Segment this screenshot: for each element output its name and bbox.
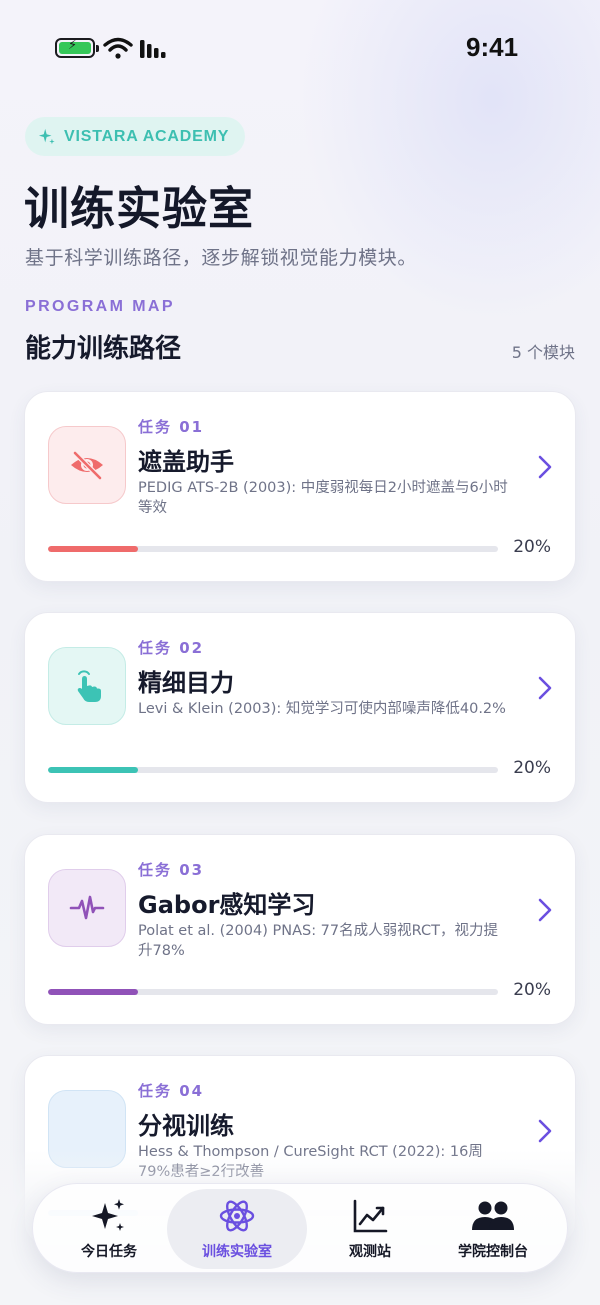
module-title: 精细目力 [138,669,234,697]
wifi-icon [103,37,133,59]
section-kicker: PROGRAM MAP [25,298,175,315]
atom-icon [219,1200,255,1232]
sparkles-icon [92,1199,124,1231]
progress-percent: 20% [513,980,551,1000]
tab-today[interactable]: 今日任务 [53,1189,165,1269]
chevron-right-icon[interactable] [537,675,553,701]
status-time: 9:41 [466,32,519,62]
progress-percent: 20% [513,758,551,778]
progress-bar [48,546,138,552]
progress-bar [48,767,138,773]
status-bar: ⚡ 9:41 [0,0,600,96]
tap-hand-icon [77,670,101,702]
people-icon [472,1201,514,1230]
module-count: 5 个模块 [511,343,575,362]
module-title: 遮盖助手 [138,448,234,476]
tab-bar: 今日任务 训练实验室 观测站 学院控制台 [32,1183,568,1273]
page-subtitle: 基于科学训练路径，逐步解锁视觉能力模块。 [25,247,418,269]
progress-bar [48,989,138,995]
sparkle-icon [38,128,55,144]
module-icon-box [48,426,126,504]
module-card-fine-acuity[interactable]: 任务 02 精细目力 Levi & Klein (2003): 知觉学习可使内部… [24,612,576,803]
module-description: PEDIG ATS-2B (2003): 中度弱视每日2小时遮盖与6小时等效 [138,480,508,516]
battery-icon: ⚡ [55,38,99,58]
module-card-gabor[interactable]: 任务 03 Gabor感知学习 Polat et al. (2004) PNAS… [24,834,576,1025]
progress-percent: 20% [513,537,551,557]
module-icon-box [48,647,126,725]
chevron-right-icon[interactable] [537,897,553,923]
progress-track [48,767,498,773]
academy-badge: VISTARA ACADEMY [25,117,246,156]
chevron-right-icon[interactable] [537,454,553,480]
eye-slash-icon [71,450,103,481]
module-title: Gabor感知学习 [138,891,316,919]
tab-label: 训练实验室 [202,1244,272,1260]
module-title: 分视训练 [138,1112,234,1140]
page-title: 训练实验室 [24,182,255,235]
waveform-icon [69,895,105,920]
chevron-right-icon[interactable] [537,1118,553,1144]
progress-track [48,546,498,552]
module-description: Levi & Klein (2003): 知觉学习可使内部噪声降低40.2% [138,701,506,717]
tab-observatory[interactable]: 观测站 [315,1189,425,1269]
task-number: 任务 02 [138,639,205,657]
task-number: 任务 01 [138,418,205,436]
module-icon-box [48,869,126,947]
tab-label: 学院控制台 [458,1244,528,1260]
task-number: 任务 04 [138,1082,205,1100]
task-number: 任务 03 [138,861,205,879]
chart-line-icon [353,1199,388,1233]
tab-label: 观测站 [349,1244,391,1260]
module-description: Polat et al. (2004) PNAS: 77名成人弱视RCT，视力提… [138,923,498,959]
tab-academy-console[interactable]: 学院控制台 [433,1189,553,1269]
module-card-occlusion[interactable]: 任务 01 遮盖助手 PEDIG ATS-2B (2003): 中度弱视每日2小… [24,391,576,582]
cellular-signal-icon [140,40,166,58]
tab-training-lab[interactable]: 训练实验室 [167,1189,307,1269]
section-title: 能力训练路径 [25,334,182,364]
tab-label: 今日任务 [81,1244,137,1260]
academy-badge-label: VISTARA ACADEMY [64,127,230,145]
progress-track [48,989,498,995]
